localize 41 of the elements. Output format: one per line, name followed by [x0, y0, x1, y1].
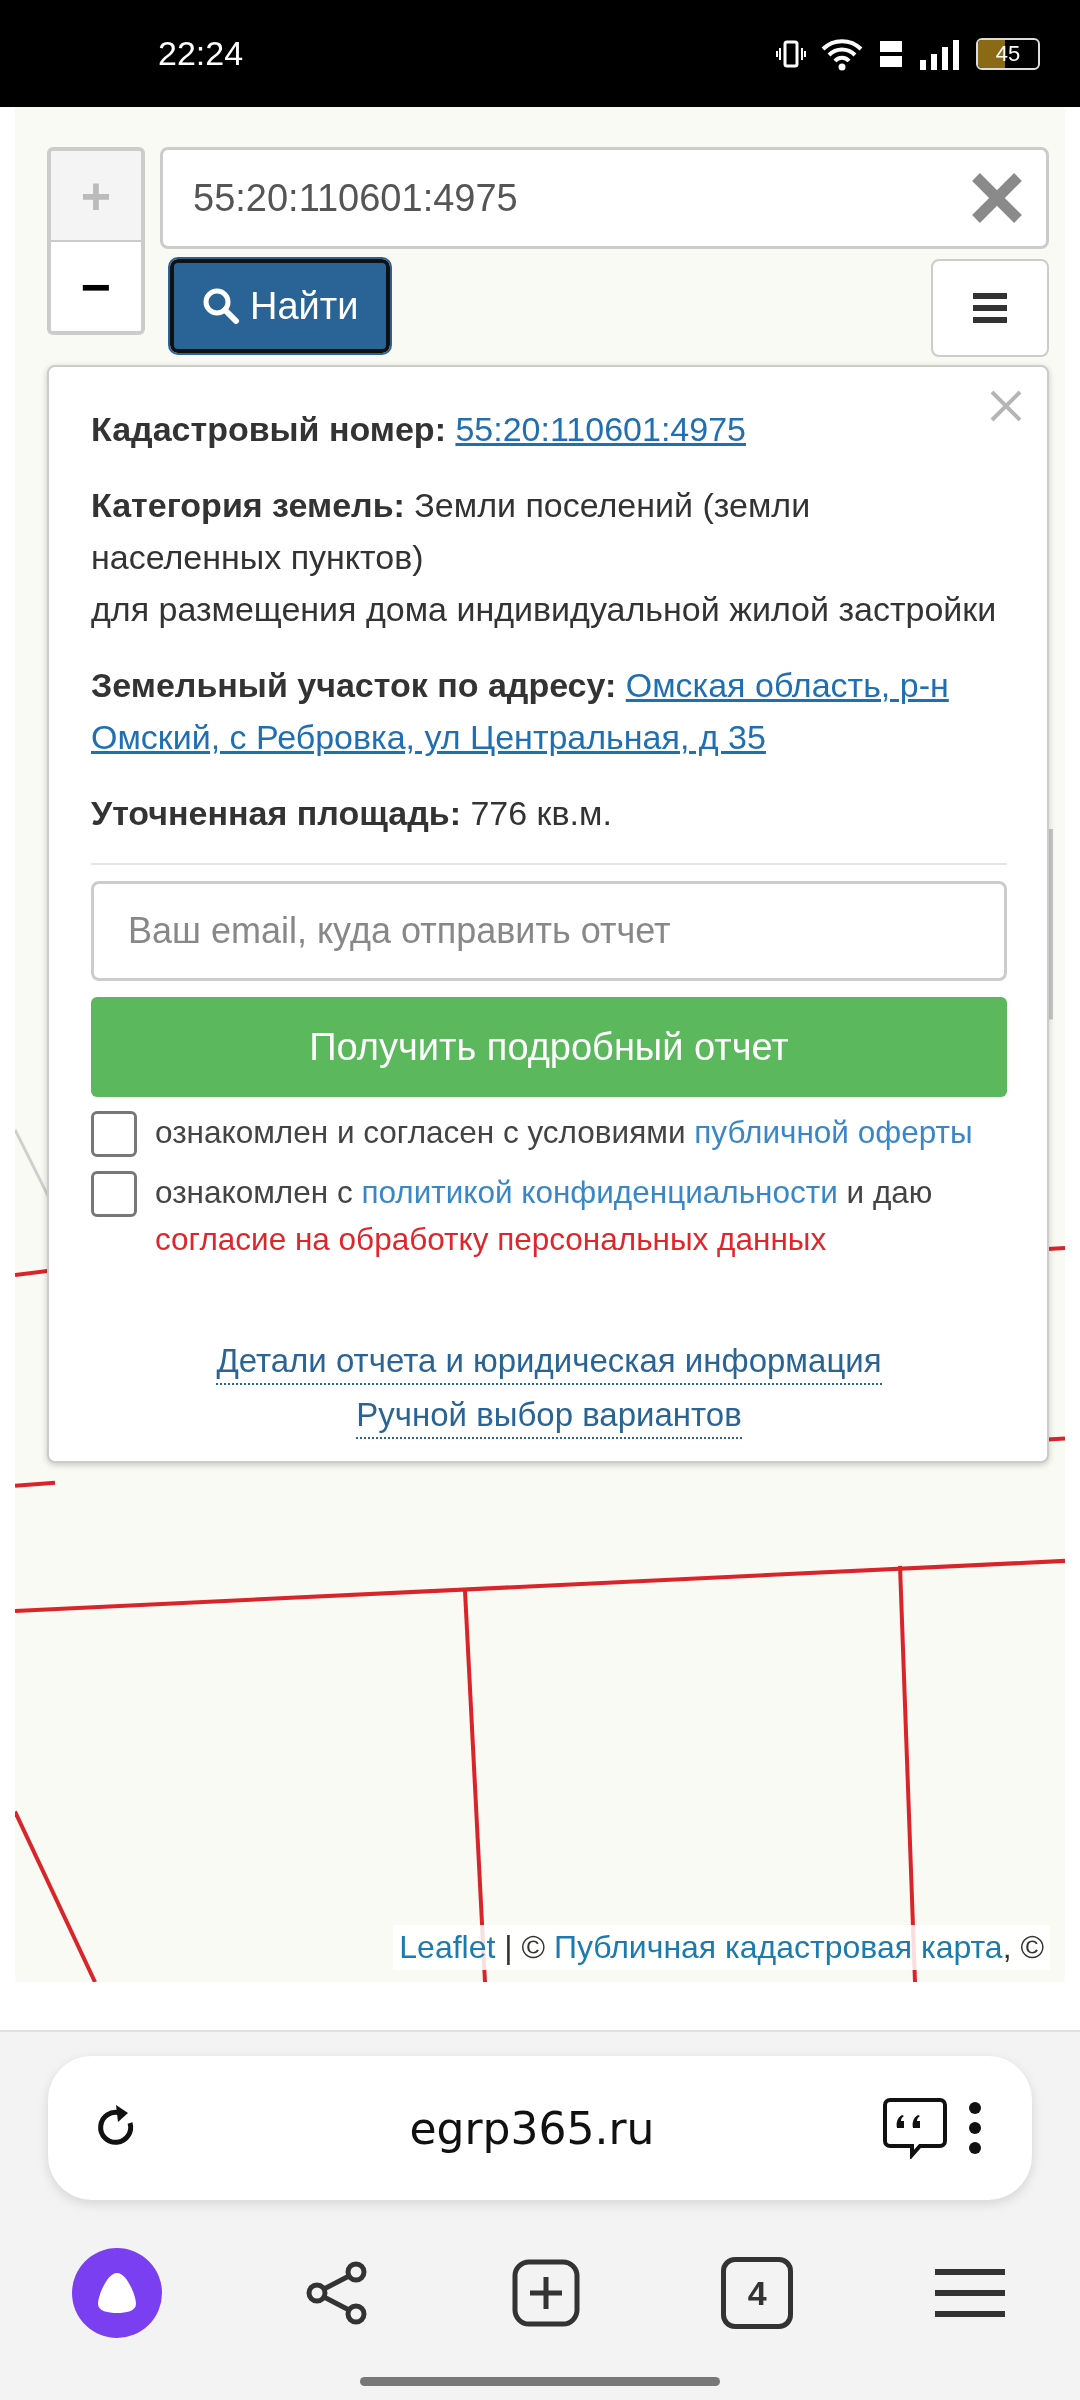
search-button[interactable]: Найти [170, 259, 391, 353]
cadastral-number: Кадастровый номер: 55:20:110601:4975 [91, 409, 747, 450]
agreement-link[interactable]: политикой конфиденциальности [361, 1174, 838, 1210]
land-category: Категория земель: Земли поселений (земли населенных пунктов) [91, 485, 812, 578]
address-bar[interactable]: egrp365.ru [48, 2056, 1032, 2200]
clock: 22:24 [158, 34, 244, 73]
search-icon [202, 287, 240, 325]
land-address: Земельный участок по адресу: Омская область, р-н Омский, с Ребровка, ул Центральная, д 35 [91, 665, 950, 758]
signal-icon [918, 37, 962, 70]
url-text: egrp365.ru [408, 2102, 656, 2154]
cadastral-link[interactable]: 55:20:110601:4975 [455, 410, 746, 448]
consent-link[interactable]: согласие на обработку персональных данных [155, 1221, 827, 1257]
checkbox[interactable] [91, 1171, 137, 1217]
checkbox[interactable] [91, 1111, 137, 1157]
land-area: Уточненная площадь: 776 кв.м. [91, 787, 1007, 839]
info-link[interactable]: Детали отчета и юридическая информация [216, 1339, 882, 1385]
new-tab-icon[interactable] [511, 2259, 580, 2327]
wifi-icon [820, 36, 864, 71]
agreement-text: ознакомлен и согласен с условиями публичной оферты [155, 1113, 973, 1152]
attribution-link[interactable]: Публичная кадастровая карта [553, 1929, 1003, 1965]
search-field[interactable]: 55:20:110601:4975 [160, 147, 1049, 249]
more-icon[interactable] [968, 2101, 982, 2155]
menu-icon [973, 293, 1007, 323]
info-link[interactable]: Ручной выбор вариантов [356, 1393, 742, 1439]
menu-button[interactable] [931, 259, 1049, 357]
zoom-out-button[interactable]: − [51, 242, 141, 331]
menu-icon[interactable] [935, 2268, 1005, 2318]
address-link[interactable]: Омская область, р-н [625, 666, 949, 704]
assistant-icon[interactable] [72, 2248, 162, 2338]
attribution-link[interactable]: Leaflet [399, 1929, 496, 1965]
attribution-text: | © [503, 1929, 547, 1965]
tabs-button[interactable]: 4 [721, 2257, 794, 2329]
search-button-label: Найти [250, 284, 359, 328]
email-field[interactable]: Ваш email, куда отправить отчет [91, 881, 1007, 981]
attribution-text: , © [1002, 1929, 1044, 1965]
agreement-text: ознакомлен с политикой конфиденциальности и даю согласие на обработку персональных данных [155, 1173, 934, 1259]
land-usage: для размещения дома индивидуальной жилой застройки [91, 589, 998, 630]
quote-bubble-icon[interactable] [882, 2097, 948, 2159]
address-link[interactable]: Омский, с Ребровка, ул Центральная, д 35 [91, 718, 766, 756]
battery-icon: 45 [976, 37, 1040, 70]
agreement-link[interactable]: публичной оферты [694, 1114, 973, 1150]
